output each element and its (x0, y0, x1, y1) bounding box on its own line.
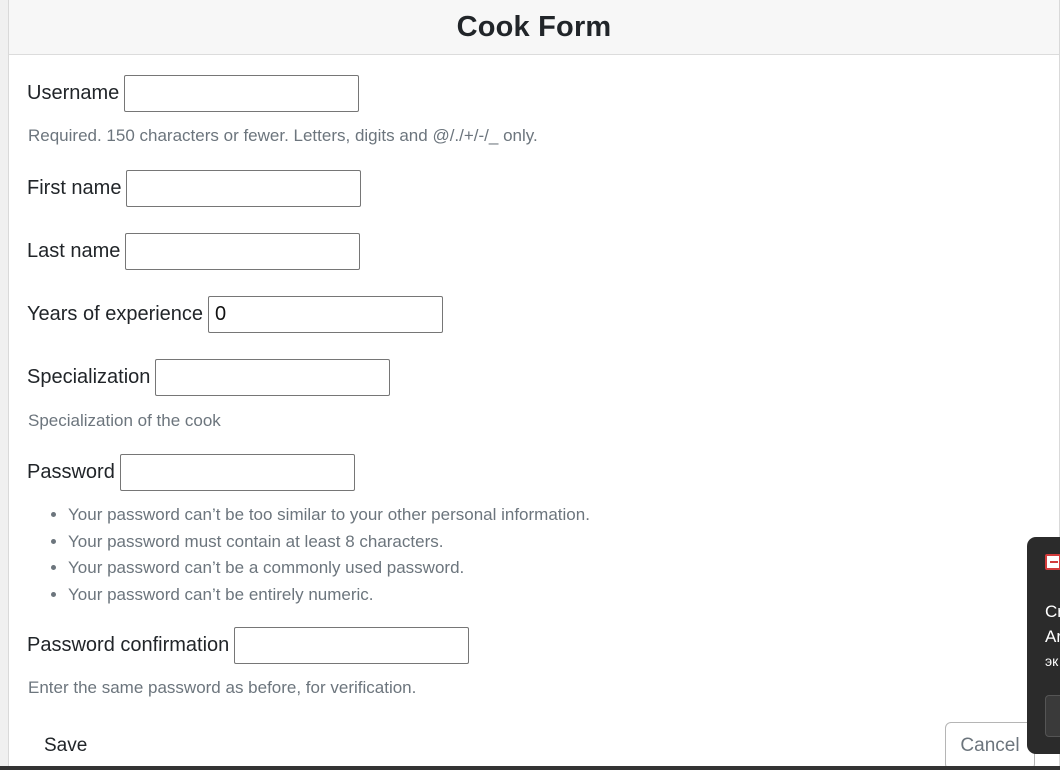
notification-text-line: Ar (1045, 627, 1060, 646)
notification-text-line: эк (1045, 653, 1059, 669)
first-name-row: First name (19, 170, 362, 207)
password-help-item: Your password can’t be too similar to yo… (68, 502, 590, 529)
password-confirmation-label: Password confirmation (27, 634, 230, 656)
card-header: Cook Form (9, 0, 1059, 55)
notification-text-line: Cr (1045, 602, 1060, 621)
specialization-label: Specialization (27, 366, 151, 388)
last-name-row: Last name (19, 233, 361, 270)
bottom-divider (0, 766, 1060, 770)
years-of-experience-row: Years of experience (19, 296, 444, 333)
years-of-experience-label: Years of experience (27, 303, 204, 325)
first-name-input[interactable] (126, 170, 362, 207)
password-label: Password (27, 461, 115, 483)
notification-action-button[interactable] (1045, 695, 1060, 737)
notification-toast[interactable]: Cr Ar эк (1027, 537, 1060, 754)
specialization-help-text: Specialization of the cook (28, 411, 221, 430)
username-help-text: Required. 150 characters or fewer. Lette… (28, 126, 538, 145)
username-row: Username (19, 75, 360, 112)
password-confirmation-row: Password confirmation (19, 627, 470, 664)
app-icon (1045, 554, 1060, 570)
page: Cook Form Username Required. 150 charact… (0, 0, 1060, 770)
username-label: Username (27, 82, 120, 104)
last-name-input[interactable] (125, 233, 361, 270)
password-help-item: Your password must contain at least 8 ch… (68, 529, 590, 556)
password-help-item: Your password can’t be a commonly used p… (68, 555, 590, 582)
first-name-label: First name (27, 177, 122, 199)
username-input[interactable] (124, 75, 360, 112)
password-help-item: Your password can’t be entirely numeric. (68, 582, 590, 609)
last-name-label: Last name (27, 240, 121, 262)
password-confirmation-input[interactable] (234, 627, 470, 664)
specialization-row: Specialization (19, 359, 391, 396)
password-input[interactable] (119, 454, 355, 491)
save-button[interactable]: Save (28, 725, 103, 767)
specialization-input[interactable] (155, 359, 391, 396)
password-row: Password (19, 454, 355, 491)
page-title: Cook Form (456, 10, 612, 43)
years-of-experience-input[interactable] (208, 296, 444, 333)
cancel-button[interactable]: Cancel (945, 722, 1035, 770)
password-help-list: Your password can’t be too similar to yo… (28, 502, 590, 608)
password-confirmation-help-text: Enter the same password as before, for v… (28, 678, 417, 697)
